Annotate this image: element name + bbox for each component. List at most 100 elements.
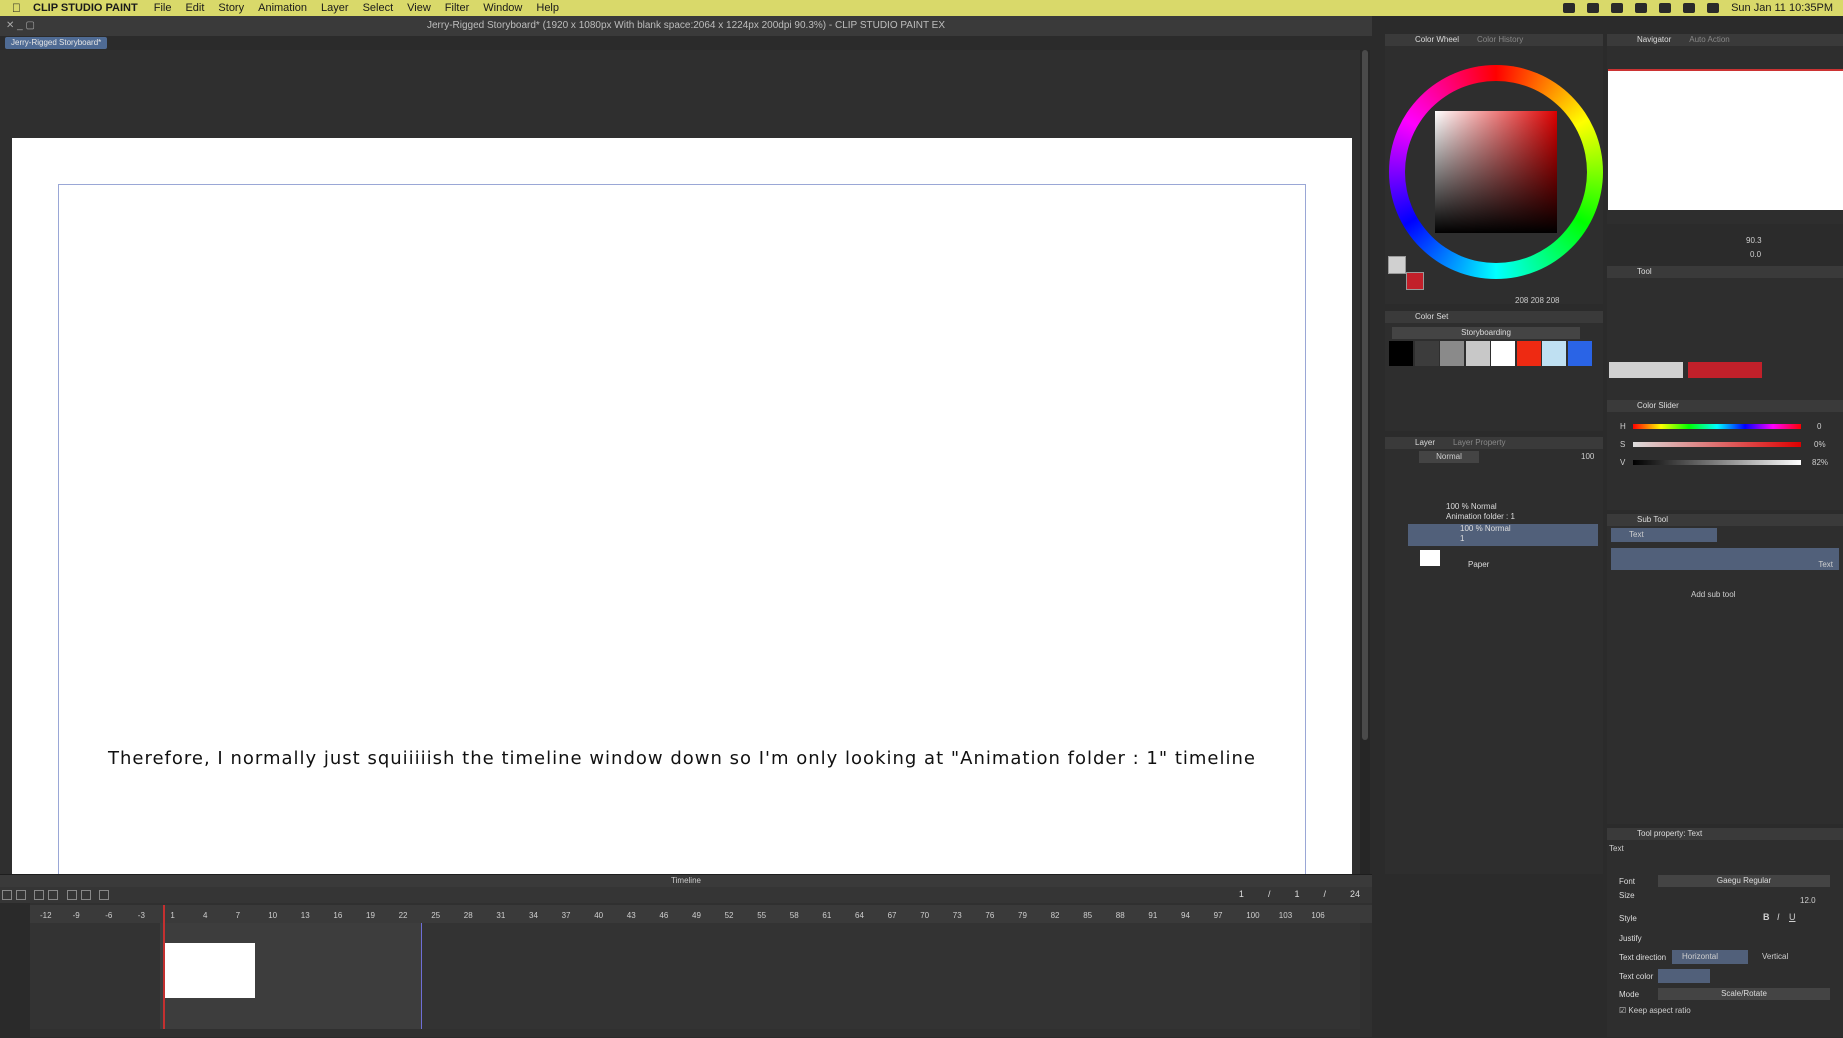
italic-button[interactable]: I: [1777, 912, 1780, 922]
direction-horizontal[interactable]: Horizontal: [1672, 950, 1748, 964]
app-menu[interactable]: CLIP STUDIO PAINT: [33, 2, 138, 14]
tab-layer-property[interactable]: Layer Property: [1453, 438, 1505, 447]
timeline-panel: Timeline 1 / 1 / 24 -12 -9 -6 -3 1 4 7 10 13 16 19…: [0, 874, 1372, 1038]
grid-icon[interactable]: [1587, 3, 1600, 13]
menu-layer[interactable]: Layer: [321, 2, 349, 14]
saturation-slider[interactable]: [1633, 442, 1801, 447]
opacity-value[interactable]: 100: [1581, 452, 1594, 461]
saturation-value-square[interactable]: [1435, 111, 1557, 233]
ruler-tick: -6: [105, 911, 113, 920]
prev-frame-icon[interactable]: [34, 890, 45, 900]
color-chip[interactable]: [1567, 341, 1592, 366]
ruler-tick: 25: [431, 911, 441, 920]
color-set-header: Color Set: [1385, 311, 1603, 323]
style-label: Style: [1619, 914, 1637, 923]
ruler-tick: 7: [235, 911, 241, 920]
size-value[interactable]: 12.0: [1800, 896, 1816, 905]
sub-tool-text[interactable]: Text: [1611, 528, 1717, 542]
mode-select[interactable]: Scale/Rotate: [1658, 988, 1830, 1000]
wifi-icon[interactable]: [1683, 3, 1696, 13]
loop-icon[interactable]: [80, 890, 91, 900]
menu-file[interactable]: File: [154, 2, 172, 14]
menu-window[interactable]: Window: [483, 2, 522, 14]
canvas-text[interactable]: Therefore, I normally just squiiiiish th…: [60, 748, 1304, 769]
new-cel-icon[interactable]: [99, 890, 110, 900]
color-set-dropdown[interactable]: Storyboarding: [1392, 327, 1580, 339]
apple-icon[interactable]: : [12, 1, 21, 15]
font-select[interactable]: Gaegu Regular: [1658, 875, 1830, 887]
tab-color-wheel[interactable]: Color Wheel: [1415, 35, 1459, 44]
menu-animation[interactable]: Animation: [258, 2, 307, 14]
value-slider[interactable]: [1633, 460, 1801, 465]
menu-view[interactable]: View: [407, 2, 431, 14]
playhead[interactable]: [163, 905, 171, 1029]
h-value[interactable]: 0: [1817, 422, 1821, 431]
tab-color-history[interactable]: Color History: [1477, 35, 1523, 44]
blend-mode-select[interactable]: Normal: [1419, 451, 1479, 463]
s-value[interactable]: 0%: [1814, 440, 1826, 449]
ruler-tick: 97: [1213, 911, 1223, 920]
sub-color-swatch[interactable]: [1406, 272, 1424, 290]
timeline-track-header[interactable]: [0, 903, 30, 1038]
battery-icon[interactable]: [1635, 3, 1648, 13]
layer-row-folder[interactable]: 100 % Normal Animation folder : 1: [1408, 502, 1598, 524]
scroll-thumb[interactable]: [1362, 50, 1368, 740]
color-slider-header: Color Slider: [1607, 400, 1843, 412]
menubar-clock[interactable]: Sun Jan 11 10:35PM: [1731, 2, 1833, 14]
color-chip[interactable]: [1440, 341, 1464, 366]
tab-auto-action[interactable]: Auto Action: [1689, 35, 1729, 44]
main-color-swatch[interactable]: [1388, 256, 1406, 274]
menu-help[interactable]: Help: [536, 2, 559, 14]
control-center-icon[interactable]: [1707, 3, 1720, 13]
frame-sep: /: [1267, 889, 1271, 899]
layer-row-cel[interactable]: 100 % Normal 1: [1408, 524, 1598, 546]
tool-main-color[interactable]: [1609, 362, 1683, 378]
window-title-bar: ✕ _ ▢ Jerry-Rigged Storyboard* (1920 x 1…: [0, 16, 1372, 36]
direction-vertical[interactable]: Vertical: [1750, 950, 1822, 964]
color-chip[interactable]: [1516, 341, 1541, 366]
document-tab[interactable]: Jerry-Rigged Storyboard*: [5, 37, 108, 49]
nav-zoom-value[interactable]: 90.3: [1746, 236, 1762, 245]
ruler-tick: 10: [268, 911, 278, 920]
dropbox-icon[interactable]: [1563, 3, 1576, 13]
ruler-tick: 46: [659, 911, 669, 920]
zoom-in-icon[interactable]: [16, 890, 26, 900]
menu-story[interactable]: Story: [218, 2, 244, 14]
ruler-tick: 16: [333, 911, 343, 920]
timeline-cel[interactable]: [163, 943, 255, 998]
bold-button[interactable]: B: [1763, 912, 1770, 922]
text-color-main[interactable]: [1658, 969, 1710, 983]
color-chip[interactable]: [1414, 341, 1439, 366]
hue-slider[interactable]: [1633, 424, 1801, 429]
play-icon[interactable]: [48, 890, 59, 900]
navigator-preview[interactable]: [1608, 69, 1843, 210]
v-value[interactable]: 82%: [1812, 458, 1828, 467]
zoom-out-icon[interactable]: [2, 890, 12, 900]
menu-select[interactable]: Select: [363, 2, 394, 14]
canvas-scrollbar[interactable]: [1360, 50, 1370, 874]
ruler-tick: 76: [985, 911, 995, 920]
tool-sub-color[interactable]: [1688, 362, 1762, 378]
keep-aspect-checkbox[interactable]: ☑ Keep aspect ratio: [1619, 1006, 1691, 1015]
timeline-ruler[interactable]: -12 -9 -6 -3 1 4 7 10 13 16 19 22 25 28 31 34 37 40 43 46 49…: [30, 905, 1372, 923]
bluetooth-icon[interactable]: [1659, 3, 1672, 13]
color-chip[interactable]: [1542, 341, 1566, 366]
color-chip[interactable]: [1389, 341, 1413, 366]
tab-layer[interactable]: Layer: [1415, 438, 1435, 447]
window-controls[interactable]: ✕ _ ▢: [6, 16, 35, 36]
color-chip[interactable]: [1491, 341, 1515, 366]
nav-rotate-value[interactable]: 0.0: [1750, 250, 1761, 259]
underline-button[interactable]: U: [1789, 912, 1796, 922]
ruler-tick: 106: [1311, 911, 1325, 920]
tab-navigator[interactable]: Navigator: [1637, 35, 1671, 44]
input-source-icon[interactable]: [1611, 3, 1624, 13]
color-chip[interactable]: [1465, 341, 1490, 366]
frame-current: 1: [1238, 889, 1244, 899]
add-sub-tool-button[interactable]: Add sub tool: [1691, 590, 1735, 599]
next-frame-icon[interactable]: [66, 890, 77, 900]
sub-tool-preview[interactable]: [1611, 548, 1839, 570]
sub-tool-panel: Sub Tool Text Text Add sub tool: [1607, 514, 1843, 824]
menu-filter[interactable]: Filter: [445, 2, 469, 14]
menu-edit[interactable]: Edit: [185, 2, 204, 14]
layer-row-paper[interactable]: Paper: [1408, 548, 1598, 570]
